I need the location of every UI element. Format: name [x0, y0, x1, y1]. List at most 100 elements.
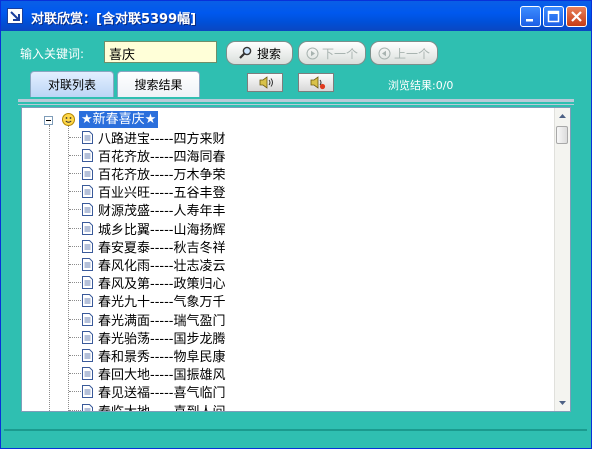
- search-button-label: 搜索: [256, 46, 281, 61]
- tree-line: [69, 209, 81, 211]
- speaker-mute-icon: [310, 76, 326, 90]
- tree-item[interactable]: 春见送福-----喜气临门: [69, 383, 225, 401]
- window-title: 对联欣赏：[含对联5399幅]: [31, 12, 197, 27]
- tree-line: [69, 154, 81, 156]
- tree-item[interactable]: 春和景秀-----物阜民康: [69, 346, 226, 365]
- play-prev-icon: [378, 47, 391, 59]
- tree-item[interactable]: 八路进宝-----四方来财: [69, 128, 226, 147]
- document-icon: [82, 276, 93, 290]
- document-icon: [82, 239, 93, 253]
- minimize-button[interactable]: [520, 6, 541, 27]
- tree-line: [69, 409, 81, 411]
- document-icon: [82, 185, 93, 199]
- tree-line: [69, 245, 81, 247]
- tree-item[interactable]: 百花齐放-----万木争荣: [69, 164, 226, 183]
- tree-item[interactable]: 春风化雨-----壮志凌云: [69, 255, 226, 274]
- tree-item-label: 百业兴旺-----五谷丰登: [98, 186, 226, 202]
- tree-item[interactable]: 春光满面-----瑞气盈门: [69, 310, 226, 329]
- divider: [18, 99, 574, 102]
- document-icon: [82, 221, 93, 235]
- keyword-input[interactable]: 喜庆: [104, 41, 217, 63]
- tab-list[interactable]: 对联列表: [30, 71, 114, 97]
- magnifier-icon: [239, 46, 252, 59]
- tree-line: [69, 354, 81, 356]
- tree-item-label: 八路进宝-----四方来财: [98, 131, 226, 147]
- tree-line: [69, 373, 81, 375]
- tree-line: [69, 336, 81, 338]
- document-icon: [82, 130, 93, 144]
- play-next-icon: [306, 47, 319, 59]
- tree-item[interactable]: 城乡比翼-----山海扬辉: [69, 219, 226, 238]
- document-icon: [82, 348, 93, 362]
- tree-item-label: 财源茂盛-----人寿年丰: [98, 204, 226, 220]
- tree-item-label: 春光九十-----气象万千: [98, 295, 226, 311]
- divider: [18, 104, 574, 105]
- maximize-button[interactable]: [543, 6, 564, 27]
- arrow-icon: [7, 8, 23, 24]
- prev-button[interactable]: 上一个: [370, 41, 438, 65]
- tree-item-label: 春光骀荡-----国步龙腾: [98, 331, 226, 347]
- tree-item-label: 春临大地-----喜到人间: [98, 404, 226, 412]
- document-icon: [82, 367, 93, 381]
- tree-item-label: 春光满面-----瑞气盈门: [98, 313, 226, 329]
- couplet-tree[interactable]: ★新春喜庆★ 八路进宝-----四方来财 百花齐放-----四海同春 百花齐放---…: [21, 107, 571, 412]
- main-window: 对联欣赏：[含对联5399幅] 输入关键词: 喜庆 搜索 下一个 上一个 对联列…: [0, 0, 592, 449]
- tree-line: [69, 300, 81, 302]
- scroll-down-icon[interactable]: [555, 395, 570, 411]
- speaker-icon: [259, 76, 273, 89]
- tree-line: [69, 227, 81, 229]
- document-icon: [82, 203, 93, 217]
- vertical-scrollbar[interactable]: [554, 108, 570, 411]
- tree-line: [69, 263, 81, 265]
- browse-result: 浏览结果:0/0: [388, 79, 454, 92]
- document-icon: [82, 312, 93, 326]
- tree-item[interactable]: 百花齐放-----四海同春: [69, 146, 226, 165]
- tree-rows: ★新春喜庆★ 八路进宝-----四方来财 百花齐放-----四海同春 百花齐放---…: [22, 108, 555, 411]
- title-bar[interactable]: 对联欣赏：[含对联5399幅]: [1, 1, 591, 31]
- tree-item[interactable]: 春安夏泰-----秋吉冬祥: [69, 237, 226, 256]
- tab-search-results[interactable]: 搜索结果: [117, 71, 200, 97]
- search-button[interactable]: 搜索: [226, 41, 293, 65]
- document-icon: [82, 330, 93, 344]
- tree-line: [69, 172, 81, 174]
- scroll-up-icon[interactable]: [555, 108, 570, 124]
- tree-root-label[interactable]: ★新春喜庆★: [79, 111, 159, 128]
- tree-item[interactable]: 春回大地-----国振雄风: [69, 365, 225, 383]
- tree-item-label: 城乡比翼-----山海扬辉: [98, 222, 226, 238]
- tree-item-label: 春风及第-----政策归心: [98, 277, 226, 293]
- smiley-icon: [62, 113, 75, 126]
- next-button-label: 下一个: [321, 46, 358, 61]
- tree-item[interactable]: 春风及第-----政策归心: [69, 274, 225, 292]
- prev-button-label: 上一个: [393, 46, 430, 61]
- tree-line: [49, 125, 50, 411]
- document-icon: [82, 403, 93, 411]
- document-icon: [82, 294, 93, 308]
- speaker-mute-button[interactable]: [298, 73, 334, 92]
- tree-line: [69, 136, 81, 138]
- tree-item-label: 百花齐放-----万木争荣: [98, 167, 226, 183]
- document-icon: [82, 385, 93, 399]
- status-bar: [4, 429, 587, 445]
- tree-item[interactable]: 春光九十-----气象万千: [69, 292, 225, 310]
- close-button[interactable]: [566, 6, 587, 27]
- tree-item-label: 春风化雨-----壮志凌云: [98, 258, 226, 274]
- document-icon: [82, 148, 93, 162]
- tree-item-label: 春和景秀-----物阜民康: [98, 349, 226, 365]
- tree-item[interactable]: 财源茂盛-----人寿年丰: [69, 201, 225, 219]
- tree-item-label: 春回大地-----国振雄风: [98, 368, 226, 384]
- tree-line: [69, 318, 81, 320]
- tree-line: [69, 391, 81, 393]
- tree-item[interactable]: 春临大地-----喜到人间: [69, 401, 226, 412]
- tree-item[interactable]: 百业兴旺-----五谷丰登: [69, 183, 225, 201]
- tree-item-label: 春见送福-----喜气临门: [98, 386, 226, 402]
- next-button[interactable]: 下一个: [298, 41, 366, 65]
- speaker-button[interactable]: [247, 73, 283, 92]
- collapse-icon[interactable]: [44, 116, 53, 125]
- tree-item-label: 百花齐放-----四海同春: [98, 149, 226, 165]
- tree-line: [69, 191, 81, 193]
- tree-item[interactable]: 春光骀荡-----国步龙腾: [69, 328, 226, 347]
- scroll-thumb[interactable]: [556, 126, 568, 144]
- tree-item-label: 春安夏泰-----秋吉冬祥: [98, 240, 226, 256]
- keyword-label: 输入关键词:: [20, 47, 85, 61]
- document-icon: [82, 257, 93, 271]
